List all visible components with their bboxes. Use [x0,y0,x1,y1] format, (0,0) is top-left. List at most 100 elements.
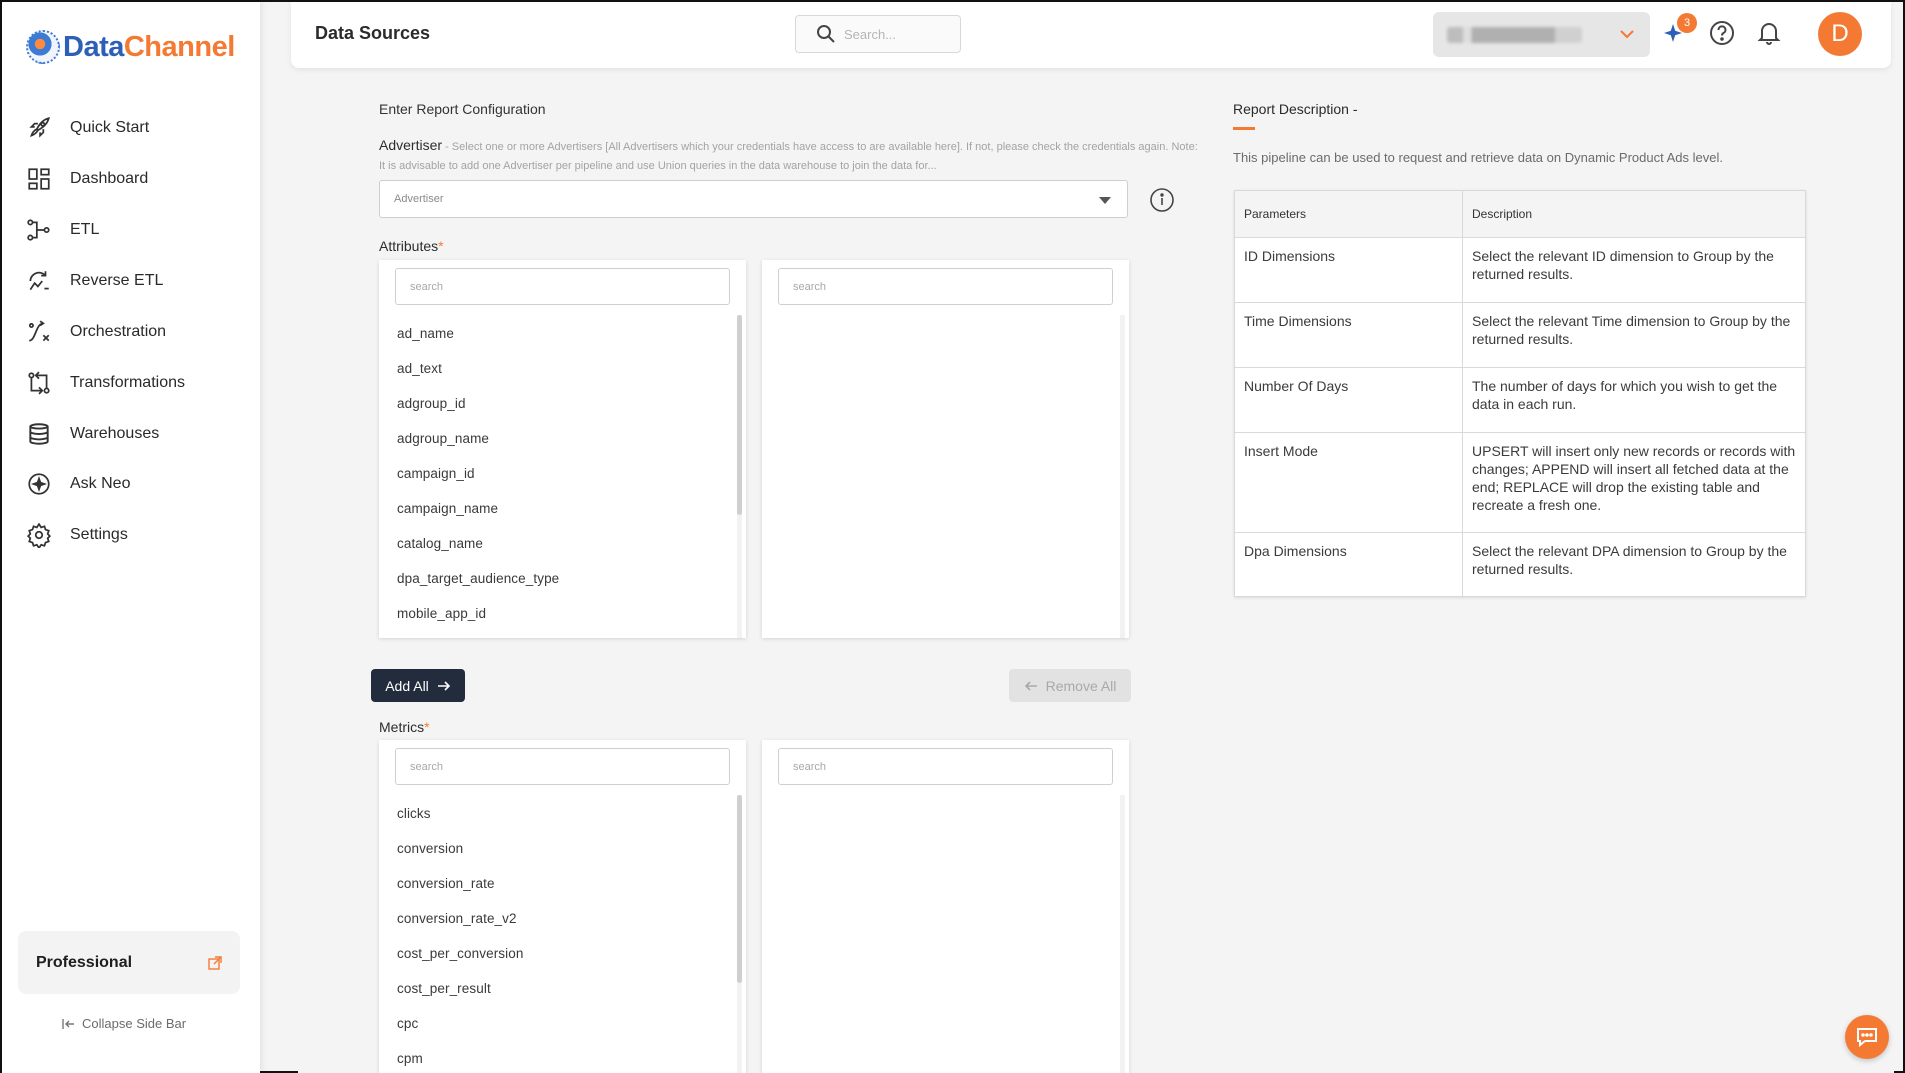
list-item[interactable]: conversion_rate [397,876,523,911]
info-icon[interactable] [1149,187,1175,213]
logo-mark-icon [26,30,60,64]
sidebar-item-label: ETL [70,221,100,238]
warehouse-icon [29,423,49,445]
sidebar-item-label: Orchestration [70,323,167,340]
advertiser-select[interactable]: Advertiser [379,180,1128,218]
param-description: Select the relevant ID dimension to Grou… [1462,237,1806,303]
list-item[interactable]: ad_text [397,361,559,396]
arrow-right-icon [437,680,450,691]
table-row: Time Dimensions Select the relevant Time… [1234,302,1806,368]
sidebar-item-etl[interactable]: ETL [26,214,99,246]
table-row: Insert Mode UPSERT will insert only new … [1234,432,1806,533]
sidebar-item-ask-neo[interactable]: Ask Neo [26,468,130,500]
collapse-sidebar-button[interactable]: Collapse Side Bar [62,1016,186,1031]
remove-all-label: Remove All [1045,677,1117,694]
list-item[interactable]: conversion_rate_v2 [397,911,523,946]
report-configuration: Enter Report Configuration Advertiser - … [298,95,1218,1073]
list-item[interactable]: adgroup_name [397,431,559,466]
required-star: * [424,719,430,735]
bell-icon [1757,23,1781,45]
attributes-selected-search[interactable] [778,268,1113,305]
parameters-table: Parameters Description ID Dimensions Sel… [1234,190,1806,597]
attributes-available-list: ad_name ad_text adgroup_id adgroup_name … [397,326,559,638]
required-star: * [438,238,444,254]
remove-all-button[interactable]: Remove All [1009,669,1131,702]
sidebar-item-reverse-etl[interactable]: Reverse ETL [26,265,163,297]
metrics-selected-panel [762,740,1129,1073]
metrics-available-panel: clicks conversion conversion_rate conver… [379,740,746,1073]
chevron-down-icon [1620,30,1634,39]
list-item[interactable]: cpc [397,1016,523,1051]
sidebar-item-orchestration[interactable]: Orchestration [26,316,166,348]
list-item[interactable]: dpa_target_audience_type [397,571,559,606]
title-underline [1233,127,1255,130]
chat-icon [1857,1028,1877,1048]
attributes-available-search[interactable] [395,268,730,305]
brand-name-part2: Channel [123,30,235,63]
attributes-label: Attributes* [379,238,444,254]
table-header-row: Parameters Description [1234,190,1806,238]
help-button[interactable] [1707,18,1737,48]
metrics-available-search[interactable] [395,748,730,785]
list-item[interactable]: ad_name [397,326,559,361]
list-item[interactable]: mobile_app_id [397,606,559,638]
scrollbar-thumb[interactable] [737,315,742,515]
search-input[interactable] [844,26,954,42]
plan-card[interactable]: Professional [18,931,240,994]
sidebar-item-transformations[interactable]: Transformations [26,367,185,399]
sidebar-item-settings[interactable]: Settings [26,519,128,551]
attributes-available-panel: ad_name ad_text adgroup_id adgroup_name … [379,260,746,638]
collapse-label: Collapse Side Bar [82,1016,187,1031]
list-item[interactable]: campaign_name [397,501,559,536]
param-name: Time Dimensions [1234,302,1463,368]
global-search[interactable] [795,15,961,53]
sidebar-item-label: Reverse ETL [70,272,164,289]
brand-logo[interactable]: DataChannel [26,30,235,64]
sidebar-item-label: Quick Start [70,119,150,136]
sidebar-item-label: Dashboard [70,170,149,187]
sidebar-item-warehouses[interactable]: Warehouses [26,418,159,450]
param-name: Number Of Days [1234,367,1463,433]
list-item[interactable]: clicks [397,806,523,841]
notifications-button[interactable] [1754,18,1784,48]
reverse-etl-icon [29,271,49,291]
sparkle-icon [28,473,50,495]
gear-icon [26,522,52,548]
top-header: Data Sources 3 D [291,2,1891,68]
scrollbar-thumb[interactable] [737,795,742,983]
list-item[interactable]: cost_per_result [397,981,523,1016]
param-name: Dpa Dimensions [1234,532,1463,597]
scrollbar-track [1120,795,1125,1073]
list-item[interactable]: adgroup_id [397,396,559,431]
report-description-title: Report Description - [1233,101,1358,117]
metrics-selected-search[interactable] [778,748,1113,785]
attributes-label-text: Attributes [379,238,439,254]
list-item[interactable]: cpm [397,1051,523,1073]
brand-name-part1: Data [63,30,124,63]
user-avatar[interactable]: D [1818,12,1862,56]
help-icon [1710,21,1734,45]
workspace-selector[interactable] [1433,12,1650,57]
advertiser-help-text: - Select one or more Advertisers [All Ad… [379,141,1198,172]
chat-support-button[interactable] [1845,1015,1889,1059]
metrics-label-text: Metrics [379,719,425,735]
config-heading: Enter Report Configuration [379,101,546,117]
list-item[interactable]: cost_per_conversion [397,946,523,981]
add-all-button[interactable]: Add All [371,669,465,702]
transformations-icon [28,371,50,395]
column-header-parameters: Parameters [1234,190,1463,238]
external-link-icon[interactable] [208,955,222,970]
list-item[interactable]: catalog_name [397,536,559,571]
metrics-label: Metrics* [379,719,430,735]
report-description-text: This pipeline can be used to request and… [1233,150,1723,165]
plan-name: Professional [36,953,133,971]
caret-down-icon [1099,197,1111,204]
advertiser-help: Advertiser - Select one or more Advertis… [379,136,1201,176]
list-item[interactable]: conversion [397,841,523,876]
sidebar-item-dashboard[interactable]: Dashboard [26,163,148,195]
metrics-available-list: clicks conversion conversion_rate conver… [397,806,523,1073]
sidebar-item-quick-start[interactable]: Quick Start [26,112,149,144]
sidebar-item-label: Transformations [70,374,185,391]
list-item[interactable]: campaign_id [397,466,559,501]
scrollbar-track [1120,315,1125,638]
